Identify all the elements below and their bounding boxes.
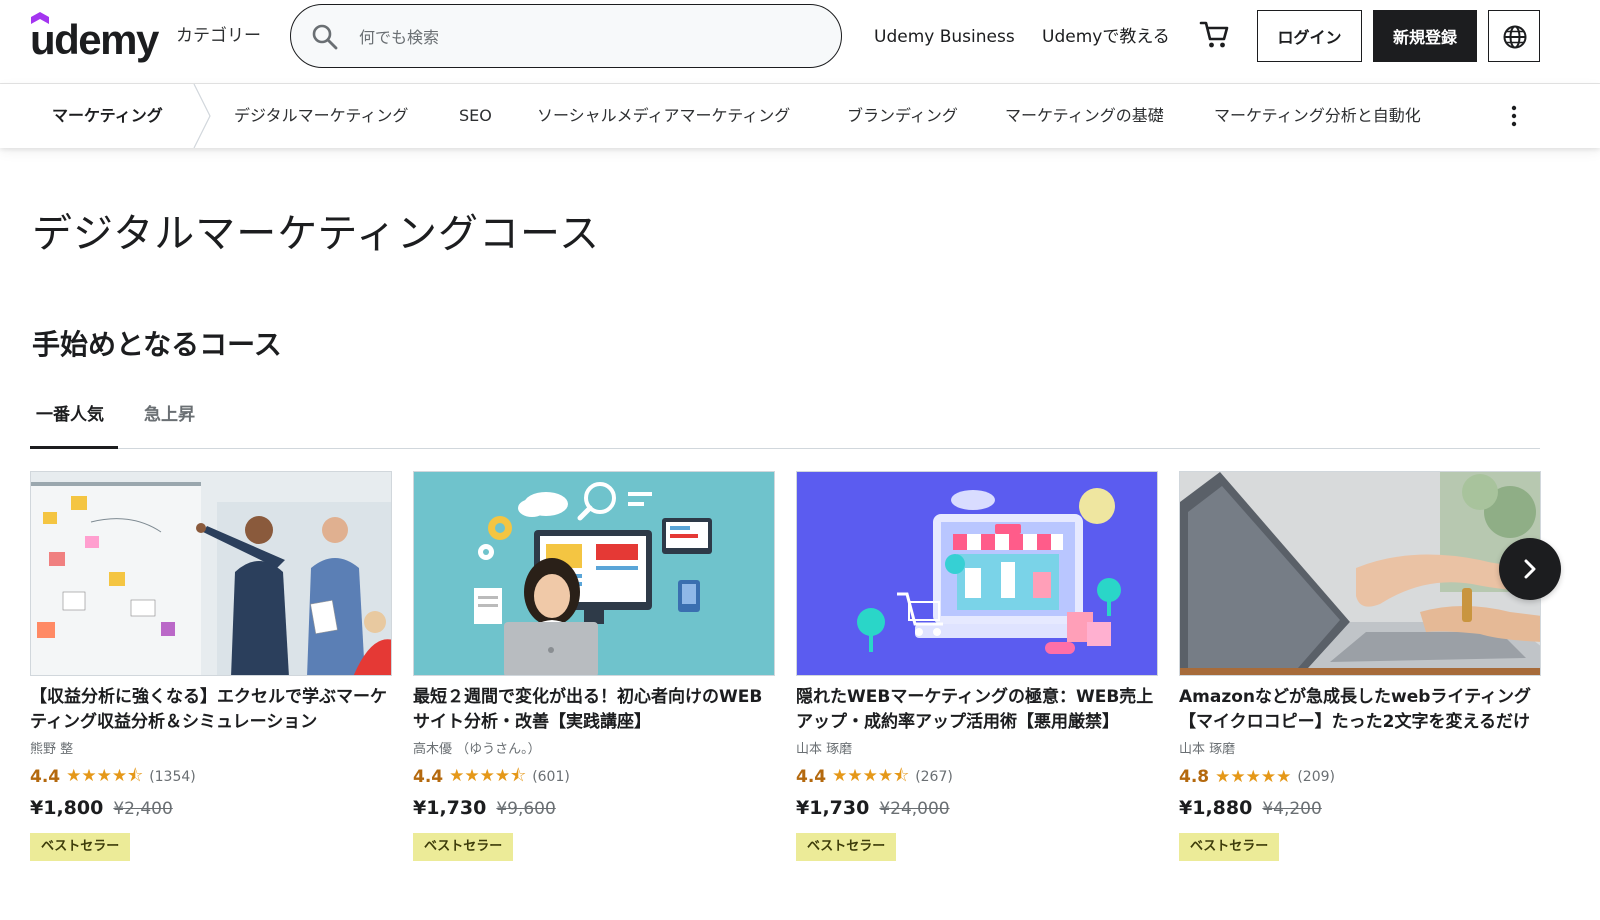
rating-value: 4.4: [30, 767, 61, 787]
course-tabs: 一番人気 急上昇: [30, 395, 1540, 449]
review-count: (267): [915, 769, 953, 785]
instructor-name: 高木優 （ゆうさん。）: [413, 742, 541, 757]
price-row: ¥1,800 ¥2,400: [30, 797, 173, 827]
original-price: ¥4,200: [1262, 799, 1322, 819]
original-price: ¥2,400: [113, 799, 173, 819]
login-button[interactable]: ログイン: [1257, 10, 1362, 62]
bestseller-badge: ベストセラー: [1179, 833, 1280, 861]
top-header: udemy カテゴリー Udemy Business Udemyで教える ログイ…: [0, 0, 1600, 84]
course-card[interactable]: 隠れたWEBマーケティングの極意：WEB売上アップ・成約率アップ活用術【悪用厳禁…: [796, 471, 1158, 871]
price-row: ¥1,730 ¥24,000: [796, 797, 950, 827]
star-rating-icon: ★★★★★: [1215, 767, 1292, 787]
bestseller-badge: ベストセラー: [413, 833, 514, 861]
current-price: ¥1,730: [413, 797, 487, 819]
course-thumbnail[interactable]: [796, 471, 1158, 676]
course-title[interactable]: Amazonなどが急成長したwebライティング【マイクロコピー】たった2文字を変…: [1179, 685, 1539, 735]
instructor-name: 山本 琢磨: [796, 742, 853, 757]
subnav-item-digital-marketing[interactable]: デジタルマーケティング: [234, 104, 408, 128]
search-icon[interactable]: [311, 23, 339, 51]
udemy-logo[interactable]: udemy: [30, 12, 159, 64]
subnav-item-analytics-automation[interactable]: マーケティング分析と自動化: [1214, 104, 1421, 128]
subnav-item-seo[interactable]: SEO: [459, 104, 492, 128]
language-button[interactable]: [1488, 10, 1540, 62]
rating-value: 4.4: [796, 767, 827, 787]
review-count: (1354): [149, 769, 196, 785]
course-thumbnail[interactable]: [30, 471, 392, 676]
price-row: ¥1,730 ¥9,600: [413, 797, 556, 827]
current-price: ¥1,800: [30, 797, 104, 819]
categories-menu[interactable]: カテゴリー: [176, 24, 261, 48]
review-count: (209): [1297, 769, 1335, 785]
rating-value: 4.4: [413, 767, 444, 787]
star-rating-icon: ★★★★⯪: [449, 765, 527, 786]
course-thumbnail-image: [414, 472, 774, 675]
subnav-item-social-media[interactable]: ソーシャルメディアマーケティング: [537, 104, 790, 128]
cart-icon[interactable]: [1198, 18, 1232, 52]
search-input[interactable]: [359, 19, 819, 55]
course-title[interactable]: 隠れたWEBマーケティングの極意：WEB売上アップ・成約率アップ活用術【悪用厳禁…: [796, 685, 1156, 735]
current-price: ¥1,730: [796, 797, 870, 819]
current-price: ¥1,880: [1179, 797, 1253, 819]
signup-button[interactable]: 新規登録: [1373, 10, 1477, 62]
instructor-name: 熊野 整: [30, 742, 74, 757]
original-price: ¥24,000: [879, 799, 950, 819]
page-title: デジタルマーケティングコース: [32, 211, 600, 257]
course-card[interactable]: 最短２週間で変化が出る！初心者向けのWEBサイト分析・改善【実践講座】 高木優 …: [413, 471, 775, 871]
course-thumbnail[interactable]: [413, 471, 775, 676]
original-price: ¥9,600: [496, 799, 556, 819]
course-card[interactable]: 【収益分析に強くなる】エクセルで学ぶマーケティング収益分析＆シミュレーション 熊…: [30, 471, 392, 871]
course-thumbnail[interactable]: [1179, 471, 1541, 676]
subnav-item-branding[interactable]: ブランディング: [847, 104, 958, 128]
carousel-next-button[interactable]: [1499, 538, 1561, 600]
course-thumbnail-image: [1180, 472, 1540, 675]
section-title: 手始めとなるコース: [32, 328, 282, 361]
globe-icon: [1503, 25, 1527, 49]
active-tab-indicator: [30, 446, 118, 449]
search-bar[interactable]: [290, 4, 842, 68]
course-title[interactable]: 最短２週間で変化が出る！初心者向けのWEBサイト分析・改善【実践講座】: [413, 685, 773, 735]
breadcrumb-chevron-icon: [193, 84, 211, 148]
bestseller-badge: ベストセラー: [30, 833, 131, 861]
tab-most-popular[interactable]: 一番人気: [36, 403, 104, 427]
rating-row: 4.4 ★★★★⯪ (267): [796, 765, 953, 789]
rating-row: 4.8 ★★★★★ (209): [1179, 765, 1335, 789]
star-rating-icon: ★★★★⯪: [66, 765, 144, 786]
subnav-item-marketing[interactable]: マーケティング: [52, 104, 163, 128]
course-card[interactable]: Amazonなどが急成長したwebライティング【マイクロコピー】たった2文字を変…: [1179, 471, 1541, 871]
instructor-name: 山本 琢磨: [1179, 742, 1236, 757]
review-count: (601): [532, 769, 570, 785]
rating-row: 4.4 ★★★★⯪ (601): [413, 765, 570, 789]
course-thumbnail-image: [31, 472, 391, 675]
category-subnav: マーケティング デジタルマーケティング SEO ソーシャルメディアマーケティング…: [0, 84, 1600, 148]
star-rating-icon: ★★★★⯪: [832, 765, 910, 786]
more-vertical-icon[interactable]: [1502, 102, 1526, 130]
teach-on-udemy-link[interactable]: Udemyで教える: [1042, 25, 1170, 49]
tab-trending[interactable]: 急上昇: [144, 403, 195, 427]
rating-value: 4.8: [1179, 767, 1210, 787]
subnav-item-marketing-fundamentals[interactable]: マーケティングの基礎: [1005, 104, 1164, 128]
course-title[interactable]: 【収益分析に強くなる】エクセルで学ぶマーケティング収益分析＆シミュレーション: [30, 685, 390, 735]
logo-text: udemy: [30, 16, 159, 63]
rating-row: 4.4 ★★★★⯪ (1354): [30, 765, 196, 789]
price-row: ¥1,880 ¥4,200: [1179, 797, 1322, 827]
bestseller-badge: ベストセラー: [796, 833, 897, 861]
chevron-right-icon: [1524, 559, 1536, 579]
course-thumbnail-image: [797, 472, 1157, 675]
udemy-business-link[interactable]: Udemy Business: [874, 25, 1015, 49]
